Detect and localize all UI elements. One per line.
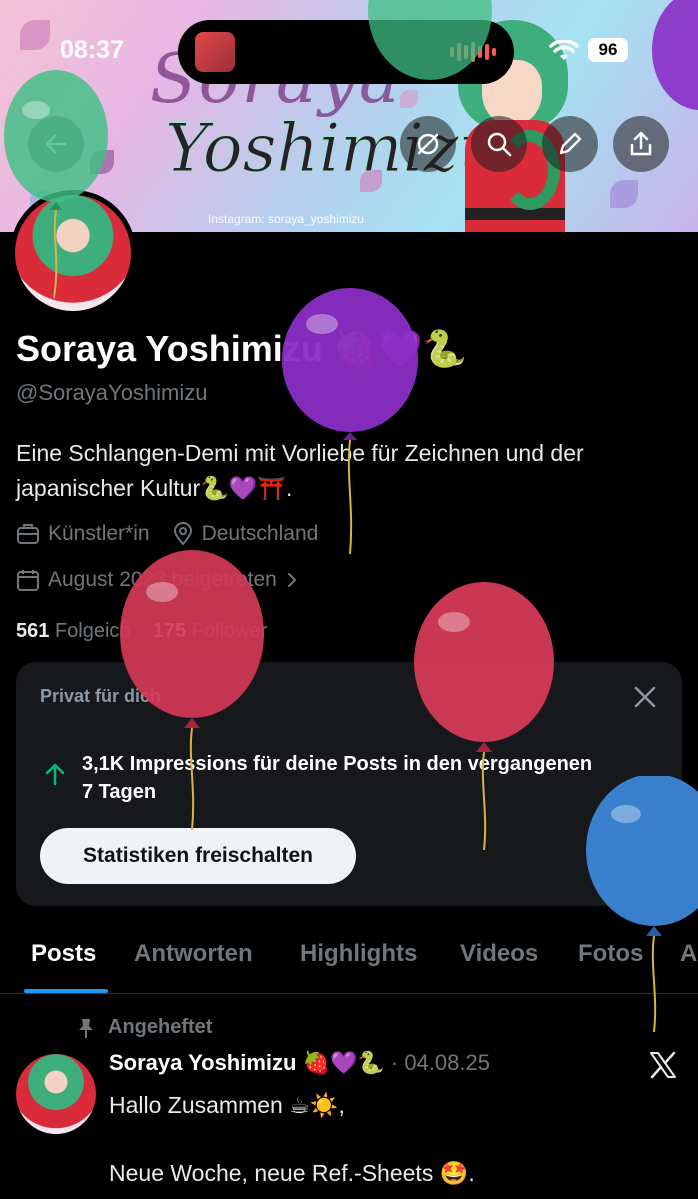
profile-location: Deutschland — [201, 522, 319, 545]
grok-icon — [417, 133, 439, 155]
active-tab-indicator — [24, 989, 108, 993]
pinned-indicator: Angeheftet — [76, 1016, 212, 1039]
banner-credit: Instagram: soraya_yoshimizu — [208, 212, 365, 226]
tab-highlights[interactable]: Highlights — [300, 940, 417, 968]
search-button[interactable] — [471, 116, 527, 172]
wifi-icon — [549, 40, 579, 60]
profile-avatar[interactable] — [10, 190, 136, 316]
following-link[interactable]: 561 Folgeich — [16, 620, 131, 642]
profile-profession: Künstler*in — [48, 522, 150, 545]
private-insights-card: Privat für dich 3,1K Impressions für dei… — [16, 662, 682, 906]
follow-stats: 561 Folgeich 175 Follower — [16, 620, 267, 643]
close-icon[interactable] — [632, 684, 658, 710]
avatar-image — [15, 195, 131, 311]
share-button[interactable] — [613, 116, 669, 172]
post-author[interactable]: Soraya Yoshimizu 🍓💜🐍 — [109, 1050, 385, 1075]
tab-videos[interactable]: Videos — [460, 940, 538, 968]
post-date: · 04.08.25 — [390, 1050, 490, 1075]
back-button[interactable] — [28, 116, 84, 172]
search-icon — [487, 132, 512, 157]
post-text: Hallo Zusammen ☕☀️, Neue Woche, neue Ref… — [109, 1092, 475, 1186]
pin-icon — [79, 1018, 93, 1038]
status-time: 08:37 — [60, 36, 124, 64]
x-logo-icon — [650, 1051, 676, 1079]
pinned-label: Angeheftet — [108, 1016, 213, 1038]
profile-tabs: Posts Antworten Highlights Videos Fotos … — [0, 928, 698, 994]
impressions-stat: 3,1K Impressions für deine Posts in den … — [82, 753, 593, 803]
now-playing-thumbnail — [195, 32, 235, 72]
location-pin-icon — [173, 522, 192, 546]
share-icon — [630, 131, 652, 156]
card-label: Privat für dich — [40, 686, 162, 706]
battery-indicator: 96 — [588, 38, 628, 62]
tab-replies[interactable]: Antworten — [134, 940, 253, 968]
profile-meta-row: Künstler*in Deutschland — [16, 522, 318, 546]
briefcase-icon — [17, 524, 39, 544]
tab-more[interactable]: A — [680, 940, 697, 968]
post-avatar[interactable] — [16, 1054, 96, 1134]
edit-button[interactable] — [542, 116, 598, 172]
tab-photos[interactable]: Fotos — [578, 940, 643, 968]
unlock-statistics-button[interactable]: Statistiken freischalten — [40, 828, 356, 884]
grok-button[interactable] — [400, 116, 456, 172]
tab-posts[interactable]: Posts — [31, 940, 96, 968]
arrow-up-icon — [45, 763, 65, 786]
dynamic-island — [178, 20, 514, 84]
followers-link[interactable]: 175 Follower — [153, 620, 268, 642]
back-arrow-icon — [45, 134, 67, 154]
profile-bio: Eine Schlangen-Demi mit Vorliebe für Zei… — [16, 440, 584, 501]
following-count: 561 — [16, 620, 50, 642]
calendar-icon — [17, 570, 39, 591]
profile-name: Soraya Yoshimizu 🍓💜🐍 — [16, 328, 468, 369]
following-label: Folgeich — [54, 620, 131, 642]
pencil-icon — [559, 132, 582, 155]
audio-wave-icon — [450, 42, 496, 62]
profile-joined-row[interactable]: August 2023 beigetreten — [16, 568, 299, 592]
post-header: Soraya Yoshimizu 🍓💜🐍 · 04.08.25 — [109, 1050, 490, 1076]
followers-count: 175 — [152, 620, 187, 642]
profile-handle: @SorayaYoshimizu — [16, 380, 208, 405]
profile-joined: August 2023 beigetreten — [48, 568, 277, 591]
followers-label: Follower — [191, 620, 268, 642]
chevron-right-icon — [287, 573, 297, 587]
